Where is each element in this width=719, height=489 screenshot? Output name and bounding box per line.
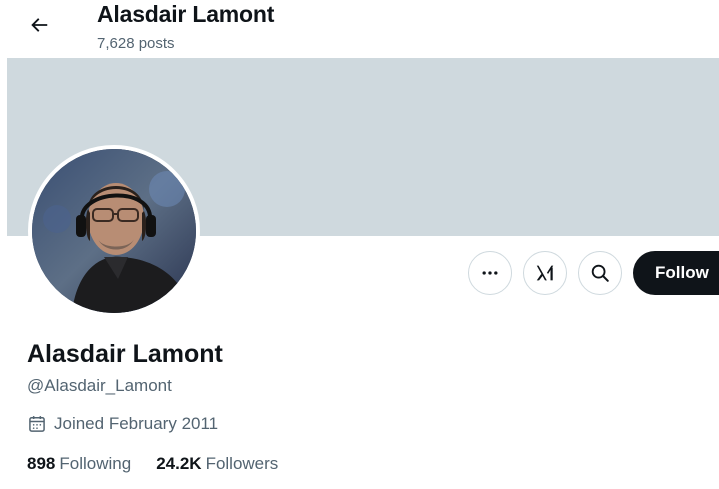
follow-stats: 898 Following 24.2K Followers (27, 454, 303, 474)
follow-button[interactable]: Follow (633, 251, 719, 295)
back-button[interactable] (20, 6, 58, 44)
following-label: Following (59, 454, 132, 473)
avatar-photo (32, 149, 196, 313)
joined-date: Joined February 2011 (27, 414, 218, 434)
grok-icon (536, 265, 554, 281)
followers-count: 24.2K (156, 454, 202, 473)
following-link[interactable]: 898 Following (27, 454, 131, 474)
grok-button[interactable] (523, 251, 567, 295)
header-post-count: 7,628 posts (97, 35, 175, 52)
followers-link[interactable]: 24.2K Followers (156, 454, 278, 474)
more-options-button[interactable] (468, 251, 512, 295)
search-button[interactable] (578, 251, 622, 295)
following-count: 898 (27, 454, 56, 473)
more-dots-icon (482, 271, 498, 275)
header-profile-name: Alasdair Lamont (97, 1, 275, 27)
followers-label: Followers (205, 454, 279, 473)
calendar-icon (27, 414, 47, 434)
avatar[interactable] (28, 145, 200, 317)
profile-display-name: Alasdair Lamont (27, 340, 223, 368)
profile-header-bar: Alasdair Lamont 7,628 posts (0, 0, 719, 58)
arrow-left-icon (31, 18, 48, 32)
profile-handle: @Alasdair_Lamont (27, 376, 172, 395)
joined-text: Joined February 2011 (54, 414, 219, 433)
search-icon (591, 264, 609, 282)
